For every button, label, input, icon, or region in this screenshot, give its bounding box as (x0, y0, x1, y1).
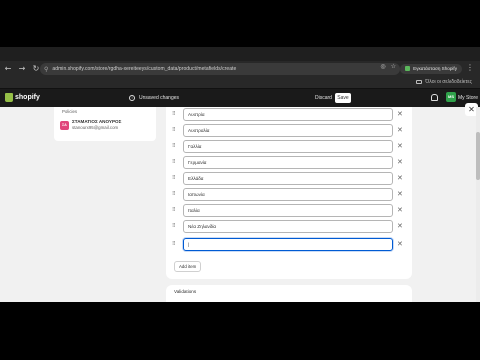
shopify-bag-icon (5, 93, 13, 102)
shopify-app-icon (405, 66, 411, 72)
drag-handle-icon[interactable]: ⠿ (172, 175, 176, 182)
all-bookmarks-label: Όλοι οι σελιδοδείκτες (425, 79, 472, 85)
arrow-left-icon[interactable]: ← (2, 63, 14, 75)
user-name[interactable]: ΣΤΑΜΑΤΙΟΣ ΑΝΟΥΡΟΣ (72, 119, 121, 124)
close-icon[interactable]: ✕ (397, 190, 403, 199)
close-icon[interactable]: ✕ (397, 126, 403, 135)
previous-menu-item[interactable]: Policies (62, 109, 77, 114)
folder-icon (416, 79, 423, 84)
choice-input[interactable]: Ελλάδα (183, 172, 393, 185)
choice-input[interactable]: Νέα Ζηλανδία (183, 220, 393, 233)
drag-handle-icon[interactable]: ⠿ (172, 191, 176, 198)
drag-handle-icon[interactable]: ⠿ (172, 241, 176, 248)
close-icon[interactable]: ✕ (397, 142, 403, 151)
shopify-logo[interactable]: shopify (5, 93, 40, 102)
shopify-topbar: shopify ! Unsaved changes Discard Save M… (0, 89, 480, 107)
video-letterbox-bottom (0, 302, 480, 360)
user-menu-card: Policies ΣΑ ΣΤΑΜΑΤΙΟΣ ΑΝΟΥΡΟΣ stanourx95… (54, 107, 156, 141)
unsaved-changes-text: Unsaved changes (139, 95, 180, 101)
choice-input[interactable]: Αυστραλία (183, 124, 393, 137)
drag-handle-icon[interactable]: ⠿ (172, 127, 176, 134)
browser-menu-icon[interactable]: ⋮ (466, 63, 474, 72)
drag-handle-icon[interactable]: ⠿ (172, 111, 176, 118)
install-app-label: Εγκατάσταση Shopify (413, 66, 457, 71)
drag-handle-icon[interactable]: ⠿ (172, 143, 176, 150)
list-item: ⠿ Αυστρία ✕ (166, 108, 412, 121)
choice-input[interactable]: Γερμανία (183, 156, 393, 169)
bell-icon[interactable] (431, 94, 438, 101)
close-icon[interactable]: ✕ (397, 206, 403, 215)
store-name[interactable]: My Store (458, 95, 478, 101)
list-item: ⠿ Γερμανία ✕ (166, 156, 412, 169)
bookmark-bar: Όλοι οι σελιδοδείκτες (0, 77, 480, 89)
close-icon[interactable]: ✕ (397, 222, 403, 231)
close-icon[interactable]: ✕ (397, 110, 403, 119)
list-item: ⠿ Νέα Ζηλανδία ✕ (166, 220, 412, 233)
add-item-button[interactable]: Add item (174, 261, 202, 272)
list-item: ⠿ Γαλλία ✕ (166, 140, 412, 153)
store-avatar[interactable]: MS (446, 92, 456, 102)
install-app-button[interactable]: Εγκατάσταση Shopify (400, 64, 462, 74)
close-icon[interactable]: ✕ (397, 174, 403, 183)
new-choice-input[interactable]: | (183, 238, 393, 251)
list-item: ⠿ Αυστραλία ✕ (166, 124, 412, 137)
main-content: Policies ΣΑ ΣΤΑΜΑΤΙΟΣ ΑΝΟΥΡΟΣ stanourx95… (0, 107, 480, 302)
site-info-icon[interactable]: ⚲ (44, 66, 48, 73)
all-bookmarks-button[interactable]: Όλοι οι σελιδοδείκτες (416, 79, 472, 85)
choices-list-card: ⠿ Αυστρία ✕ ⠿ Αυστραλία ✕ ⠿ Γαλλία ✕ ⠿ Γ… (166, 107, 412, 279)
unsaved-changes-indicator: ! Unsaved changes (129, 95, 179, 101)
drag-handle-icon[interactable]: ⠿ (172, 159, 176, 166)
close-icon[interactable]: ✕ (397, 158, 403, 167)
list-item: ⠿ Ελλάδα ✕ (166, 172, 412, 185)
video-letterbox-top (0, 0, 480, 47)
drag-handle-icon[interactable]: ⠿ (172, 207, 176, 214)
list-item: ⠿ Ιταλία ✕ (166, 204, 412, 217)
alert-icon: ! (129, 95, 135, 101)
list-item: ⠿ | ✕ (166, 238, 412, 251)
address-row: ← → ↻ ⚲ admin.shopify.com/store/rgdha-xe… (0, 61, 480, 77)
choice-input[interactable]: Ιταλία (183, 204, 393, 217)
address-bar[interactable]: ⚲ admin.shopify.com/store/rgdha-xereitee… (40, 63, 400, 75)
close-icon[interactable]: ✕ (397, 240, 403, 249)
star-icon[interactable]: ☆ (391, 63, 396, 70)
scrollbar[interactable] (476, 107, 480, 302)
validations-title: Validations (174, 289, 197, 294)
choice-input[interactable]: Ιαπωνία (183, 188, 393, 201)
discard-button[interactable]: Discard (313, 93, 334, 103)
eye-off-icon[interactable]: ◎ (380, 63, 385, 70)
choice-input[interactable]: Αυστρία (183, 108, 393, 121)
user-email: stanourx95@gmail.com (72, 125, 119, 130)
address-bar-actions: ◎ ☆ (380, 63, 396, 70)
url-text: admin.shopify.com/store/rgdha-xereiteeys… (52, 66, 237, 72)
user-avatar: ΣΑ (60, 121, 69, 130)
save-button[interactable]: Save (335, 93, 351, 103)
drag-handle-icon[interactable]: ⠿ (172, 223, 176, 230)
browser-window: ← → ↻ ⚲ admin.shopify.com/store/rgdha-xe… (0, 47, 480, 302)
scrollbar-thumb[interactable] (476, 132, 480, 180)
arrow-right-icon[interactable]: → (16, 63, 28, 75)
choice-input[interactable]: Γαλλία (183, 140, 393, 153)
validations-card: Validations (166, 285, 412, 302)
list-item: ⠿ Ιαπωνία ✕ (166, 188, 412, 201)
tab-strip (0, 47, 480, 61)
logo-text: shopify (15, 94, 40, 101)
